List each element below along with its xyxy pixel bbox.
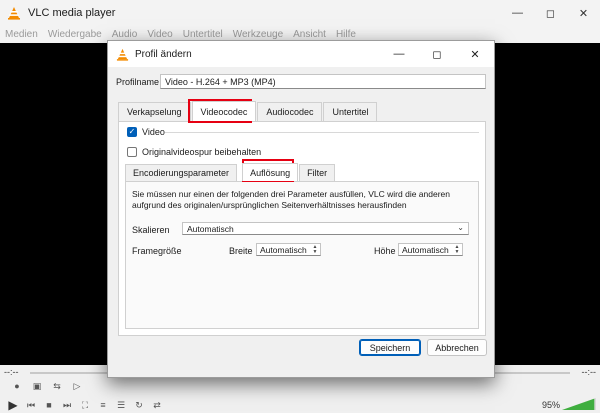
- menu-ansicht[interactable]: Ansicht: [293, 29, 326, 40]
- tab-videocodec[interactable]: Videocodec: [191, 101, 257, 121]
- width-label: Breite: [229, 246, 253, 256]
- volume-label: 95%: [541, 400, 560, 410]
- record-icon[interactable]: ●: [10, 380, 24, 392]
- fullscreen-icon[interactable]: ⛶: [78, 399, 92, 411]
- menu-hilfe[interactable]: Hilfe: [336, 29, 356, 40]
- vlc-cone-icon: [8, 7, 20, 20]
- tab-verkapselung[interactable]: Verkapselung: [118, 102, 191, 121]
- menu-audio[interactable]: Audio: [112, 29, 138, 40]
- volume-slider[interactable]: [562, 398, 596, 410]
- height-spinbox[interactable]: Automatisch ▲ ▼: [398, 243, 463, 256]
- previous-icon[interactable]: ⏮: [24, 399, 38, 411]
- profile-name-input[interactable]: [160, 74, 486, 89]
- videocodec-panel: ✓ Video Originalvideospur beibehalten En…: [118, 121, 486, 336]
- maximize-icon[interactable]: ◻: [418, 41, 456, 67]
- tab-aufloesung[interactable]: Auflösung: [242, 163, 299, 181]
- loop-icon[interactable]: ↻: [132, 399, 146, 411]
- loop-ab-icon[interactable]: ⇆: [50, 380, 64, 392]
- height-value: Automatisch: [402, 244, 449, 255]
- spin-arrows-icon[interactable]: ▲ ▼: [453, 244, 461, 255]
- tab-audiocodec[interactable]: Audiocodec: [257, 102, 323, 121]
- snapshot-icon[interactable]: ▣: [30, 380, 44, 392]
- minimize-icon[interactable]: —: [501, 0, 534, 26]
- spin-arrows-icon[interactable]: ▲ ▼: [311, 244, 319, 255]
- menu-video[interactable]: Video: [147, 29, 172, 40]
- width-spinbox[interactable]: Automatisch ▲ ▼: [256, 243, 321, 256]
- menu-werkzeuge[interactable]: Werkzeuge: [233, 29, 283, 40]
- resolution-description: Sie müssen nur einen der folgenden drei …: [132, 189, 450, 210]
- codec-tabs: Verkapselung Videocodec Audiocodec Unter…: [118, 101, 378, 121]
- video-checkbox-row[interactable]: ✓ Video: [127, 127, 165, 137]
- height-label: Höhe: [374, 246, 396, 256]
- menu-wiedergabe[interactable]: Wiedergabe: [48, 29, 102, 40]
- minimize-icon[interactable]: —: [380, 41, 418, 67]
- width-value: Automatisch: [260, 244, 307, 255]
- chevron-down-icon: ⌄: [457, 223, 464, 232]
- stop-icon[interactable]: ■: [42, 399, 56, 411]
- keep-original-label: Originalvideospur beibehalten: [142, 147, 262, 157]
- shuffle-icon[interactable]: ⇄: [150, 399, 164, 411]
- close-icon[interactable]: ✕: [456, 41, 494, 67]
- dialog-titlebar: Profil ändern — ◻ ✕: [108, 41, 494, 67]
- tab-encodierungsparameter[interactable]: Encodierungsparameter: [125, 164, 238, 181]
- vlc-title: VLC media player: [28, 7, 116, 19]
- keep-original-row[interactable]: Originalvideospur beibehalten: [127, 147, 261, 157]
- scale-value: Automatisch: [187, 223, 234, 234]
- profile-name-label: Profilname: [116, 77, 160, 87]
- vlc-cone-icon: [116, 48, 129, 61]
- keep-original-checkbox[interactable]: [127, 147, 137, 157]
- video-checkbox-label: Video: [142, 127, 165, 137]
- tab-filter[interactable]: Filter: [299, 164, 336, 181]
- total-time: --:--: [581, 367, 597, 377]
- vlc-titlebar: VLC media player — ◻ ✕: [0, 0, 600, 26]
- maximize-icon[interactable]: ◻: [534, 0, 567, 26]
- video-checkbox[interactable]: ✓: [127, 127, 137, 137]
- menu-medien[interactable]: Medien: [5, 29, 38, 40]
- elapsed-time: --:--: [4, 367, 19, 377]
- playlist-icon[interactable]: ☰: [114, 399, 128, 411]
- video-settings-tabs: Encodierungsparameter Auflösung Filter: [125, 163, 336, 181]
- save-button[interactable]: Speichern: [359, 339, 421, 356]
- resolution-panel: Sie müssen nur einen der folgenden drei …: [125, 181, 479, 329]
- scale-select[interactable]: Automatisch ⌄: [182, 222, 469, 235]
- play-icon[interactable]: ▶: [6, 398, 20, 412]
- next-icon[interactable]: ⏭: [60, 399, 74, 411]
- scale-label: Skalieren: [132, 225, 170, 235]
- tab-untertitel[interactable]: Untertitel: [323, 102, 378, 121]
- profile-dialog: Profil ändern — ◻ ✕ Profilname Verkapsel…: [107, 40, 495, 378]
- menu-untertitel[interactable]: Untertitel: [183, 29, 223, 40]
- framesize-label: Framegröße: [132, 246, 182, 256]
- close-icon[interactable]: ✕: [567, 0, 600, 26]
- cancel-button[interactable]: Abbrechen: [427, 339, 487, 356]
- dialog-title: Profil ändern: [135, 48, 192, 60]
- group-divider: [165, 132, 479, 133]
- frame-step-icon[interactable]: ▷: [70, 380, 84, 392]
- equalizer-icon[interactable]: ≡: [96, 399, 110, 411]
